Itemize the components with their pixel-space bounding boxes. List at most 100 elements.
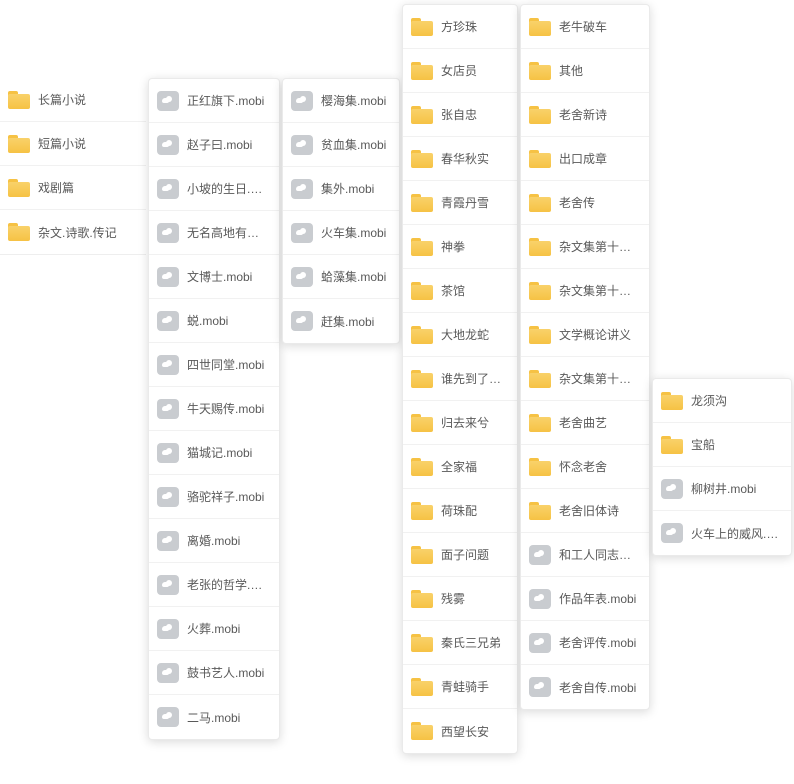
folder-item[interactable]: 出口成章 <box>521 137 649 181</box>
file-item[interactable]: 樱海集.mobi <box>283 79 399 123</box>
folder-item[interactable]: 短篇小说 <box>0 122 146 166</box>
folder-item[interactable]: 杂文集第十六卷 <box>521 225 649 269</box>
file-item[interactable]: 蜕.mobi <box>149 299 279 343</box>
folder-item[interactable]: 老舍传 <box>521 181 649 225</box>
file-item[interactable]: 牛天赐传.mobi <box>149 387 279 431</box>
file-item[interactable]: 火车集.mobi <box>283 211 399 255</box>
folder-name: 大地龙蛇 <box>441 326 507 343</box>
file-item[interactable]: 赵子曰.mobi <box>149 123 279 167</box>
folder-item[interactable]: 怀念老舍 <box>521 445 649 489</box>
folder-item[interactable]: 女店员 <box>403 49 517 93</box>
file-item[interactable]: 四世同堂.mobi <box>149 343 279 387</box>
file-name: 文博士.mobi <box>187 268 269 285</box>
folder-item[interactable]: 杂文集第十五卷 <box>521 357 649 401</box>
folder-icon <box>529 457 551 477</box>
file-item[interactable]: 老舍自传.mobi <box>521 665 649 709</box>
folder-item[interactable]: 老舍新诗 <box>521 93 649 137</box>
folder-name: 其他 <box>559 62 639 79</box>
folder-item[interactable]: 宝船 <box>653 423 791 467</box>
folder-icon <box>411 281 433 301</box>
file-item[interactable]: 正红旗下.mobi <box>149 79 279 123</box>
file-icon <box>291 91 313 111</box>
folder-name: 杂文.诗歌.传记 <box>38 224 136 241</box>
file-item[interactable]: 骆驼祥子.mobi <box>149 475 279 519</box>
file-name: 集外.mobi <box>321 180 389 197</box>
file-panel: 龙须沟宝船柳树井.mobi火车上的威风.mobi <box>652 378 792 556</box>
file-name: 赶集.mobi <box>321 313 389 330</box>
file-icon <box>529 633 551 653</box>
folder-icon <box>411 589 433 609</box>
folder-item[interactable]: 长篇小说 <box>0 78 146 122</box>
file-icon <box>157 135 179 155</box>
file-name: 老舍自传.mobi <box>559 679 639 696</box>
folder-item[interactable]: 方珍珠 <box>403 5 517 49</box>
folder-item[interactable]: 文学概论讲义 <box>521 313 649 357</box>
folder-item[interactable]: 荷珠配 <box>403 489 517 533</box>
file-panel: 正红旗下.mobi赵子曰.mobi 小坡的生日.mobi 无名高地有了名.mobi 文… <box>148 78 280 740</box>
folder-name: 张自忠 <box>441 106 507 123</box>
file-item[interactable]: 柳树井.mobi <box>653 467 791 511</box>
folder-item[interactable]: 杂文集第十四卷 <box>521 269 649 313</box>
file-panel: 方珍珠女店员张自忠春华秋实青霞丹雪神拳茶馆大地龙蛇谁先到了重庆归去来兮全家福荷珠… <box>402 4 518 754</box>
folder-name: 老舍曲艺 <box>559 414 639 431</box>
folder-item[interactable]: 茶馆 <box>403 269 517 313</box>
folder-item[interactable]: 杂文.诗歌.传记 <box>0 210 146 254</box>
file-item[interactable]: 赶集.mobi <box>283 299 399 343</box>
file-item[interactable]: 无名高地有了名.mobi <box>149 211 279 255</box>
file-item[interactable]: 集外.mobi <box>283 167 399 211</box>
folder-item[interactable]: 龙须沟 <box>653 379 791 423</box>
folder-item[interactable]: 戏剧篇 <box>0 166 146 210</box>
file-item[interactable]: 离婚.mobi <box>149 519 279 563</box>
folder-item[interactable]: 全家福 <box>403 445 517 489</box>
folder-item[interactable]: 张自忠 <box>403 93 517 137</box>
folder-item[interactable]: 青蛙骑手 <box>403 665 517 709</box>
folder-name: 方珍珠 <box>441 18 507 35</box>
folder-name: 短篇小说 <box>38 135 136 152</box>
file-name: 小坡的生日.mobi <box>187 180 269 197</box>
file-item[interactable]: 火葬.mobi <box>149 607 279 651</box>
folder-name: 宝船 <box>691 436 781 453</box>
folder-item[interactable]: 老舍旧体诗 <box>521 489 649 533</box>
folder-name: 残雾 <box>441 590 507 607</box>
file-item[interactable]: 鼓书艺人.mobi <box>149 651 279 695</box>
file-name: 二马.mobi <box>187 709 269 726</box>
folder-name: 戏剧篇 <box>38 179 136 196</box>
folder-name: 秦氏三兄弟 <box>441 634 507 651</box>
file-item[interactable]: 蛤藻集.mobi <box>283 255 399 299</box>
file-panel: 长篇小说短篇小说戏剧篇杂文.诗歌.传记 <box>0 78 146 255</box>
file-item[interactable]: 小坡的生日.mobi <box>149 167 279 211</box>
file-item[interactable]: 贫血集.mobi <box>283 123 399 167</box>
file-item[interactable]: 老张的哲学.mobi <box>149 563 279 607</box>
file-panel: 老牛破车其他老舍新诗出口成章老舍传杂文集第十六卷杂文集第十四卷文学概论讲义杂文集… <box>520 4 650 710</box>
file-item[interactable]: 作品年表.mobi <box>521 577 649 621</box>
folder-item[interactable]: 老牛破车 <box>521 5 649 49</box>
file-icon <box>157 179 179 199</box>
folder-item[interactable]: 春华秋实 <box>403 137 517 181</box>
folder-item[interactable]: 青霞丹雪 <box>403 181 517 225</box>
folder-item[interactable]: 归去来兮 <box>403 401 517 445</box>
folder-icon <box>8 90 30 110</box>
folder-name: 面子问题 <box>441 546 507 563</box>
file-name: 鼓书艺人.mobi <box>187 664 269 681</box>
folder-item[interactable]: 大地龙蛇 <box>403 313 517 357</box>
file-item[interactable]: 火车上的威风.mobi <box>653 511 791 555</box>
folder-icon <box>529 237 551 257</box>
folder-item[interactable]: 面子问题 <box>403 533 517 577</box>
file-item[interactable]: 猫城记.mobi <box>149 431 279 475</box>
folder-item[interactable]: 谁先到了重庆 <box>403 357 517 401</box>
folder-item[interactable]: 秦氏三兄弟 <box>403 621 517 665</box>
file-item[interactable]: 文博士.mobi <box>149 255 279 299</box>
folder-item[interactable]: 西望长安 <box>403 709 517 753</box>
file-icon <box>291 311 313 331</box>
folder-icon <box>529 61 551 81</box>
file-item[interactable]: 老舍评传.mobi <box>521 621 649 665</box>
folder-name: 杂文集第十六卷 <box>559 238 639 255</box>
folder-item[interactable]: 神拳 <box>403 225 517 269</box>
file-item[interactable]: 二马.mobi <box>149 695 279 739</box>
folder-item[interactable]: 老舍曲艺 <box>521 401 649 445</box>
folder-name: 青霞丹雪 <box>441 194 507 211</box>
file-item[interactable]: 和工人同志们谈写作.mobi <box>521 533 649 577</box>
folder-item[interactable]: 残雾 <box>403 577 517 621</box>
folder-name: 春华秋实 <box>441 150 507 167</box>
folder-item[interactable]: 其他 <box>521 49 649 93</box>
